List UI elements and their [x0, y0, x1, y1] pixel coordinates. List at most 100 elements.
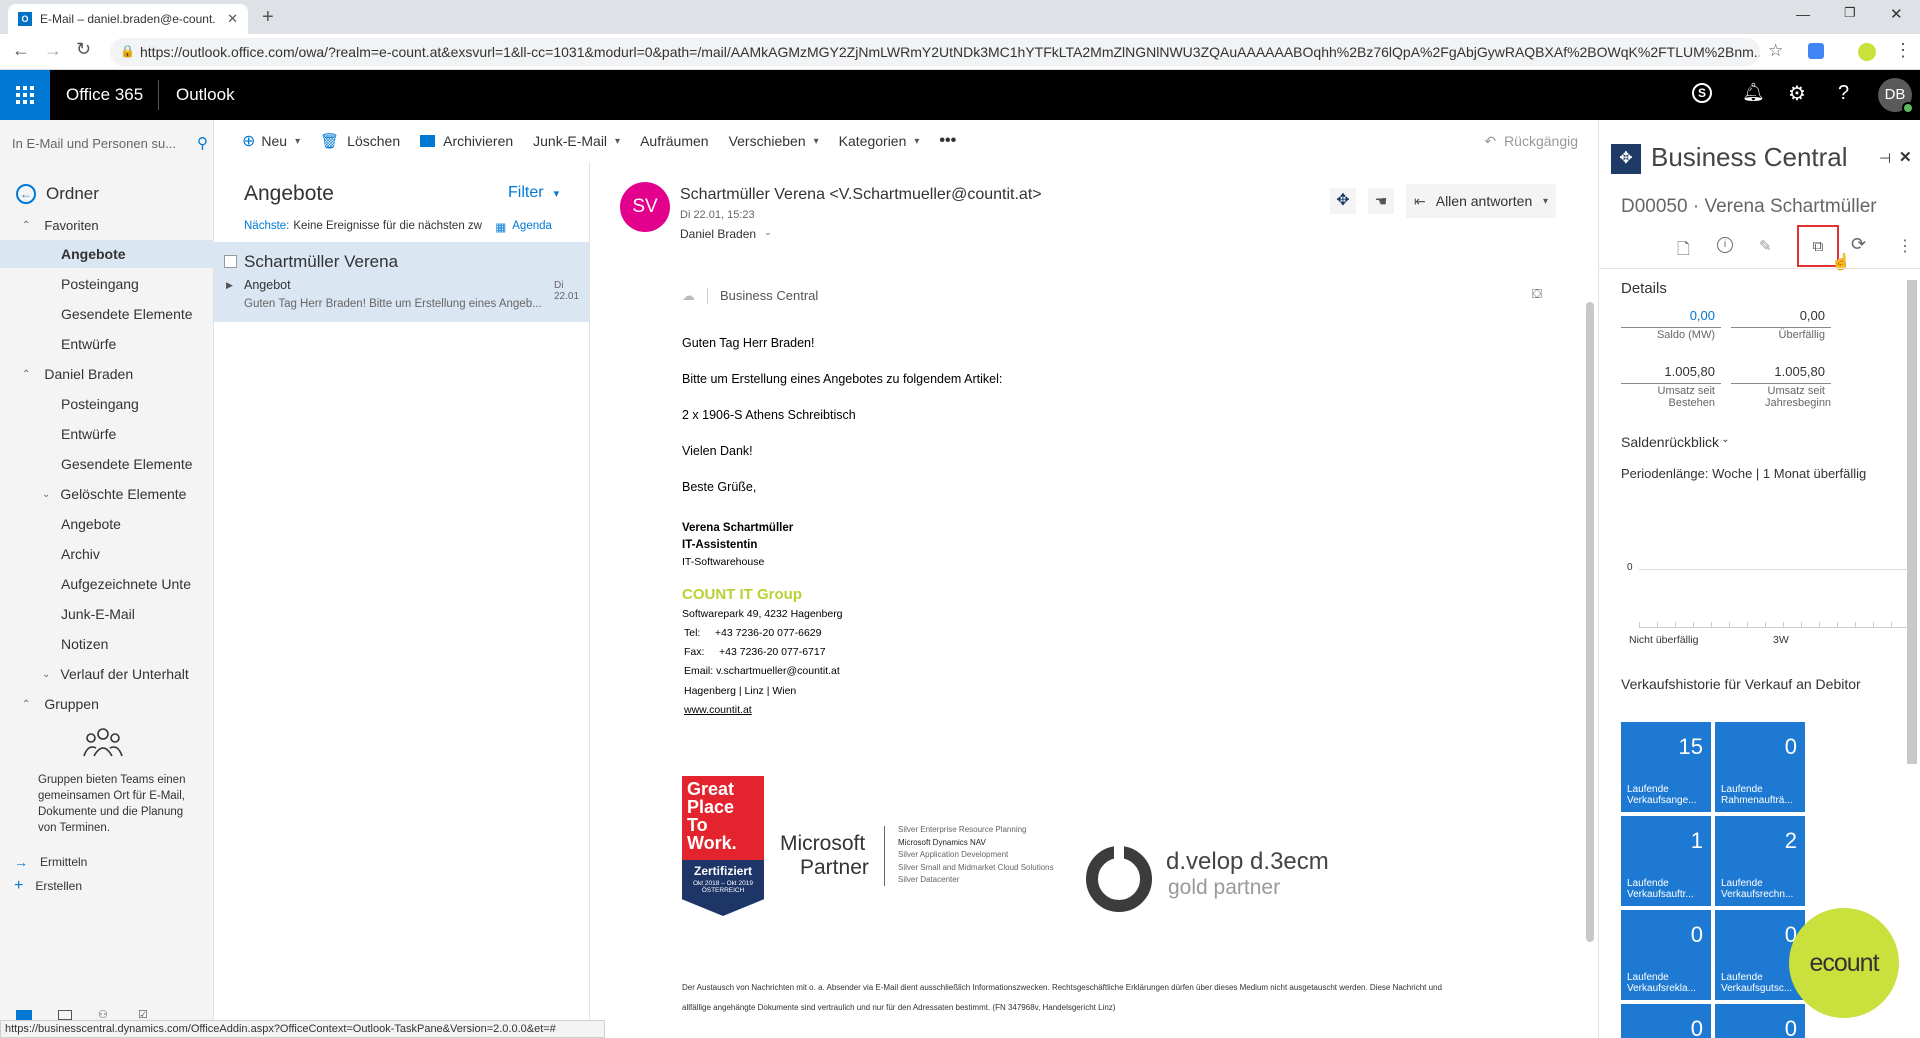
nav-item-angebote[interactable]: Angebote [0, 240, 214, 268]
select-checkbox[interactable] [224, 255, 237, 268]
more-actions-icon[interactable]: ••• [939, 132, 956, 150]
chevron-down-icon[interactable]: ▾ [814, 136, 819, 147]
bc-scrollbar[interactable] [1907, 280, 1917, 764]
nav-item-history[interactable]: ⌄ Verlauf der Unterhalt [0, 660, 214, 688]
tile-orders[interactable]: 1 Laufende Verkaufsauftr... [1621, 816, 1711, 906]
chevron-down-icon[interactable]: ⌄ [764, 227, 772, 241]
address-bar[interactable]: 🔒 https://outlook.office.com/owa/?realm=… [110, 38, 1760, 66]
stat-value[interactable]: 0,00 [1621, 308, 1721, 328]
stat-saldo[interactable]: 0,00 Saldo (MW) [1621, 308, 1721, 352]
extension-ecount-icon[interactable] [1858, 43, 1876, 61]
new-button[interactable]: ⊕ Neu ▾ [242, 131, 300, 151]
edit-icon[interactable]: ✎ [1759, 237, 1772, 255]
company-website-link[interactable]: www.countit.at [684, 704, 752, 716]
suite-app-name[interactable]: Outlook [176, 85, 235, 105]
bookmark-star-icon[interactable]: ☆ [1768, 41, 1783, 61]
refresh-icon[interactable]: ⟳ [1851, 234, 1866, 255]
suite-brand[interactable]: Office 365 [66, 85, 143, 105]
help-icon[interactable]: ? [1838, 82, 1849, 105]
bc-addin-icon[interactable]: ✥ [1330, 188, 1356, 214]
expand-icon[interactable]: ⌄ [42, 489, 50, 500]
nav-item-inbox[interactable]: Posteingang [0, 270, 214, 298]
search-input[interactable]: In E-Mail und Personen su... [12, 136, 176, 151]
collapse-icon[interactable]: ⌃ [22, 369, 30, 380]
folders-header[interactable]: ← Ordner [0, 180, 214, 208]
pane-close-icon[interactable]: ✕ [1899, 148, 1912, 166]
agenda-link[interactable]: Agenda [512, 220, 552, 234]
calendar-icon[interactable] [58, 1010, 72, 1020]
nav-item-sent[interactable]: Gesendete Elemente [0, 450, 214, 478]
skype-icon[interactable]: S [1692, 83, 1712, 103]
nav-item-drafts[interactable]: Entwürfe [0, 330, 214, 358]
nav-item-junk[interactable]: Junk-E-Mail [0, 600, 214, 628]
nav-item-deleted-angebote[interactable]: Angebote [0, 510, 214, 538]
app-launcher-icon[interactable] [0, 70, 50, 120]
aging-header[interactable]: Saldenrückblick ⌄ [1621, 434, 1729, 450]
reply-all-button[interactable]: ⇤ Allen antworten ▾ [1406, 184, 1556, 218]
chevron-down-icon[interactable]: ▾ [295, 136, 300, 147]
nav-item-deleted[interactable]: ⌄ Gelöschte Elemente [0, 480, 214, 508]
restore-icon[interactable]: ❐ [1844, 5, 1856, 21]
account-header[interactable]: ⌃ Daniel Braden [0, 360, 214, 388]
nav-item-recorded[interactable]: Aufgezeichnete Unte [0, 570, 214, 598]
move-button[interactable]: Verschieben ▾ [729, 133, 819, 149]
tile-quotes[interactable]: 15 Laufende Verkaufsange... [1621, 722, 1711, 812]
list-item[interactable]: Schartmüller Verena ▶ Angebot Di 22.01 G… [214, 242, 589, 322]
notifications-icon[interactable]: 🔔︎ [1742, 82, 1765, 103]
back-circle-icon[interactable]: ← [16, 184, 36, 204]
settings-gear-icon[interactable]: ⚙ [1788, 81, 1806, 106]
forward-icon[interactable]: → [44, 40, 62, 61]
browser-tab[interactable]: O E-Mail – daniel.braden@e-count. ✕ [8, 4, 248, 34]
back-icon[interactable]: ← [12, 40, 30, 61]
extension-icon[interactable] [1808, 43, 1824, 59]
tile-partial[interactable]: 0 [1715, 1004, 1805, 1038]
reload-icon[interactable]: ↻ [76, 39, 91, 60]
expand-thread-icon[interactable]: ▶ [226, 280, 233, 291]
undo-button[interactable]: ↶ Rückgängig [1484, 133, 1578, 150]
favorites-header[interactable]: ⌃ Favoriten [0, 211, 214, 239]
chevron-down-icon[interactable]: ▾ [914, 136, 919, 147]
nav-item-inbox[interactable]: Posteingang [0, 390, 214, 418]
expand-icon[interactable]: ⌄ [42, 669, 50, 680]
window-close-icon[interactable]: ✕ [1890, 5, 1903, 23]
search-icon[interactable]: ⚲ [197, 134, 208, 152]
search-box[interactable]: In E-Mail und Personen su... ⚲ [12, 130, 208, 156]
addin-store-icon[interactable]: ⛋ [1532, 286, 1542, 302]
junk-button[interactable]: Junk-E-Mail ▾ [533, 133, 620, 149]
browser-menu-icon[interactable]: ⋮ [1894, 40, 1912, 61]
reaction-icon[interactable]: ☚ [1368, 188, 1394, 214]
tile-returns[interactable]: 0 Laufende Verkaufsrekla... [1621, 910, 1711, 1000]
nav-item-notes[interactable]: Notizen [0, 630, 214, 658]
tab-close-icon[interactable]: ✕ [227, 11, 238, 27]
collapse-icon[interactable]: ⌃ [22, 699, 30, 710]
tile-partial[interactable]: 0 [1621, 1004, 1711, 1038]
delete-button[interactable]: 🗑︎ Löschen [320, 132, 400, 150]
nav-item-archive[interactable]: Archiv [0, 540, 214, 568]
archive-button[interactable]: Archivieren [420, 133, 513, 149]
email-to[interactable]: Daniel Braden ⌄ [680, 227, 772, 241]
tile-blanket-orders[interactable]: 0 Laufende Rahmenaufträ... [1715, 722, 1805, 812]
document-icon[interactable]: 🗋 [1677, 238, 1690, 265]
categories-button[interactable]: Kategorien ▾ [839, 133, 920, 149]
email-from[interactable]: Schartmüller Verena <V.Schartmueller@cou… [680, 186, 1042, 204]
nav-item-drafts[interactable]: Entwürfe [0, 420, 214, 448]
new-tab-icon[interactable]: + [262, 6, 274, 29]
minimize-icon[interactable]: — [1796, 6, 1810, 22]
reading-scrollbar[interactable] [1586, 302, 1594, 942]
chevron-down-icon[interactable]: ▾ [615, 136, 620, 147]
addin-label[interactable]: Business Central [720, 288, 818, 303]
tile-invoices[interactable]: 2 Laufende Verkaufsrechn... [1715, 816, 1805, 906]
pin-icon[interactable]: ⊣ [1879, 150, 1891, 167]
collapse-icon[interactable]: ⌃ [22, 220, 30, 231]
nav-item-sent[interactable]: Gesendete Elemente [0, 300, 214, 328]
mail-icon[interactable] [16, 1010, 32, 1020]
sweep-button[interactable]: Aufräumen [640, 133, 708, 149]
filter-button[interactable]: Filter ▾ [508, 184, 559, 202]
create-link[interactable]: + Erstellen [0, 872, 214, 900]
more-options-icon[interactable]: ⋮ [1897, 236, 1913, 256]
groups-header[interactable]: ⌃ Gruppen [0, 690, 214, 718]
info-icon[interactable]: i [1717, 237, 1733, 253]
chevron-down-icon: ⌄ [1721, 434, 1730, 445]
sender-avatar[interactable]: SV [620, 182, 670, 232]
chevron-down-icon[interactable]: ▾ [1543, 196, 1548, 207]
